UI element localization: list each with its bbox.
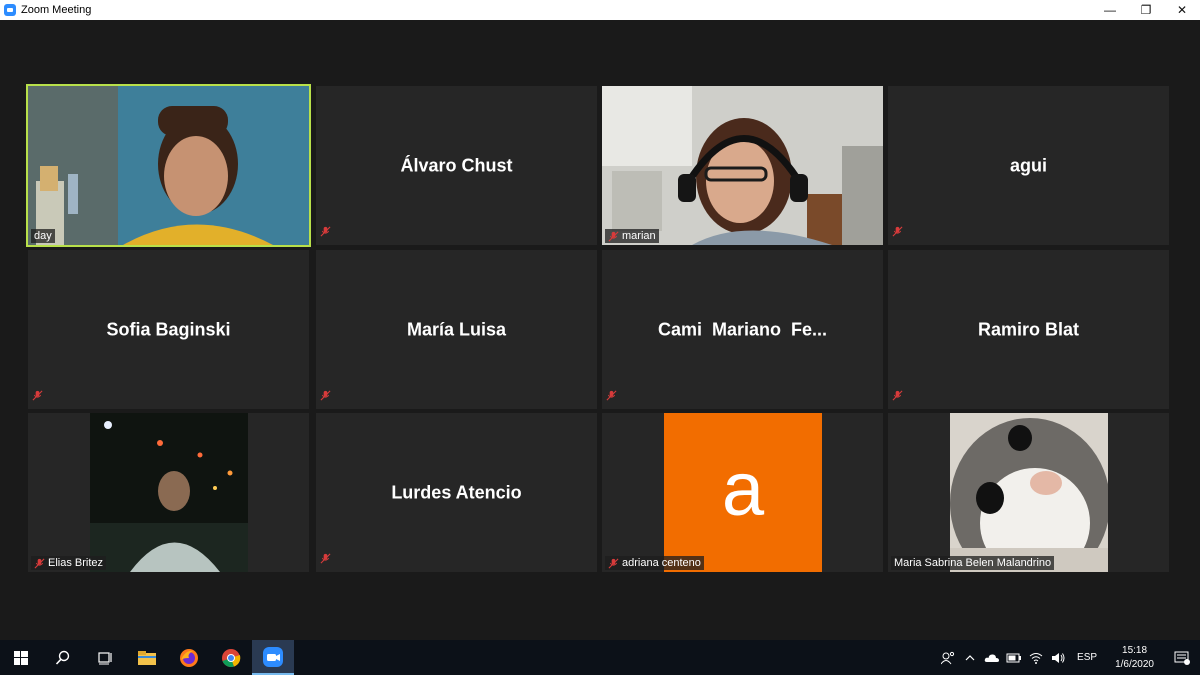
participant-tile-alvaro[interactable]: Álvaro Chust	[316, 86, 597, 245]
battery-icon[interactable]	[1003, 640, 1025, 675]
chevron-up-icon[interactable]	[959, 640, 981, 675]
muted-mic-icon	[32, 388, 43, 406]
participant-video-marian	[602, 86, 883, 245]
window-title: Zoom Meeting	[21, 4, 92, 16]
muted-mic-icon	[606, 388, 617, 406]
participant-video-day	[28, 86, 309, 245]
onedrive-icon[interactable]	[981, 640, 1003, 675]
language-indicator[interactable]: ESP	[1069, 652, 1105, 663]
start-icon[interactable]	[0, 640, 42, 675]
chrome-icon[interactable]	[210, 640, 252, 675]
muted-mic-icon	[892, 224, 903, 242]
participant-label: marian	[605, 229, 659, 243]
muted-mic-icon	[320, 388, 331, 406]
volume-icon[interactable]	[1047, 640, 1069, 675]
participant-tile-cami[interactable]: Cami Mariano Fe...	[602, 250, 883, 409]
participant-name: Cami Mariano Fe...	[657, 319, 828, 339]
muted-mic-icon	[320, 224, 331, 242]
zoom-icon[interactable]	[252, 640, 294, 675]
participant-label: Maria Sabrina Belen Malandrino	[891, 556, 1055, 570]
muted-mic-icon	[892, 388, 903, 406]
participant-label: day	[31, 229, 55, 243]
muted-mic-icon	[608, 231, 619, 241]
close-button[interactable]: ✕	[1164, 0, 1200, 20]
participant-video-elias	[90, 413, 248, 572]
participant-label: Elias Britez	[31, 556, 107, 570]
windows-taskbar: ESP 15:18 1/6/2020	[0, 640, 1200, 675]
firefox-icon[interactable]	[168, 640, 210, 675]
clock-date: 1/6/2020	[1115, 658, 1154, 670]
participant-tile-ramiro[interactable]: Ramiro Blat	[888, 250, 1169, 409]
zoom-app-icon	[4, 4, 16, 16]
window-controls: — ❐ ✕	[1092, 0, 1200, 20]
participant-label: adriana centeno	[605, 556, 704, 570]
muted-mic-icon	[608, 558, 619, 568]
participant-name: Álvaro Chust	[400, 155, 513, 175]
muted-mic-icon	[34, 558, 45, 568]
clock[interactable]: 15:18 1/6/2020	[1105, 644, 1164, 672]
restore-button[interactable]: ❐	[1128, 0, 1164, 20]
participant-tile-adriana[interactable]: a adriana centeno	[602, 413, 883, 572]
participant-tile-sofia[interactable]: Sofia Baginski	[28, 250, 309, 409]
clock-time: 15:18	[1122, 644, 1148, 656]
participant-tile-marian[interactable]: marian	[602, 86, 883, 245]
people-icon[interactable]	[937, 640, 959, 675]
participant-tile-sabrina[interactable]: Maria Sabrina Belen Malandrino	[888, 413, 1169, 572]
participant-name: Sofia Baginski	[106, 319, 231, 339]
system-tray: ESP 15:18 1/6/2020	[937, 640, 1200, 675]
minimize-button[interactable]: —	[1092, 0, 1128, 20]
participant-name: Lurdes Atencio	[391, 482, 522, 502]
participant-name: agui	[1009, 155, 1047, 175]
wifi-icon[interactable]	[1025, 640, 1047, 675]
muted-mic-icon	[320, 551, 331, 569]
participant-tile-elias[interactable]: Elias Britez	[28, 413, 309, 572]
participant-name: María Luisa	[406, 319, 507, 339]
search-icon[interactable]	[42, 640, 84, 675]
task-view-icon[interactable]	[84, 640, 126, 675]
notifications-icon[interactable]	[1164, 640, 1200, 675]
participant-video-sabrina	[950, 413, 1108, 572]
participant-name: Ramiro Blat	[977, 319, 1080, 339]
participant-tile-maria-luisa[interactable]: María Luisa	[316, 250, 597, 409]
window-titlebar: Zoom Meeting — ❐ ✕	[0, 0, 1200, 20]
participant-tile-agui[interactable]: agui	[888, 86, 1169, 245]
participant-tile-lurdes[interactable]: Lurdes Atencio	[316, 413, 597, 572]
participant-tile-day[interactable]: day	[26, 84, 311, 247]
file-explorer-icon[interactable]	[126, 640, 168, 675]
gallery-view: day Álvaro Chust marian agui Sofia Bagin…	[0, 20, 1200, 640]
participant-avatar: a	[664, 413, 822, 572]
